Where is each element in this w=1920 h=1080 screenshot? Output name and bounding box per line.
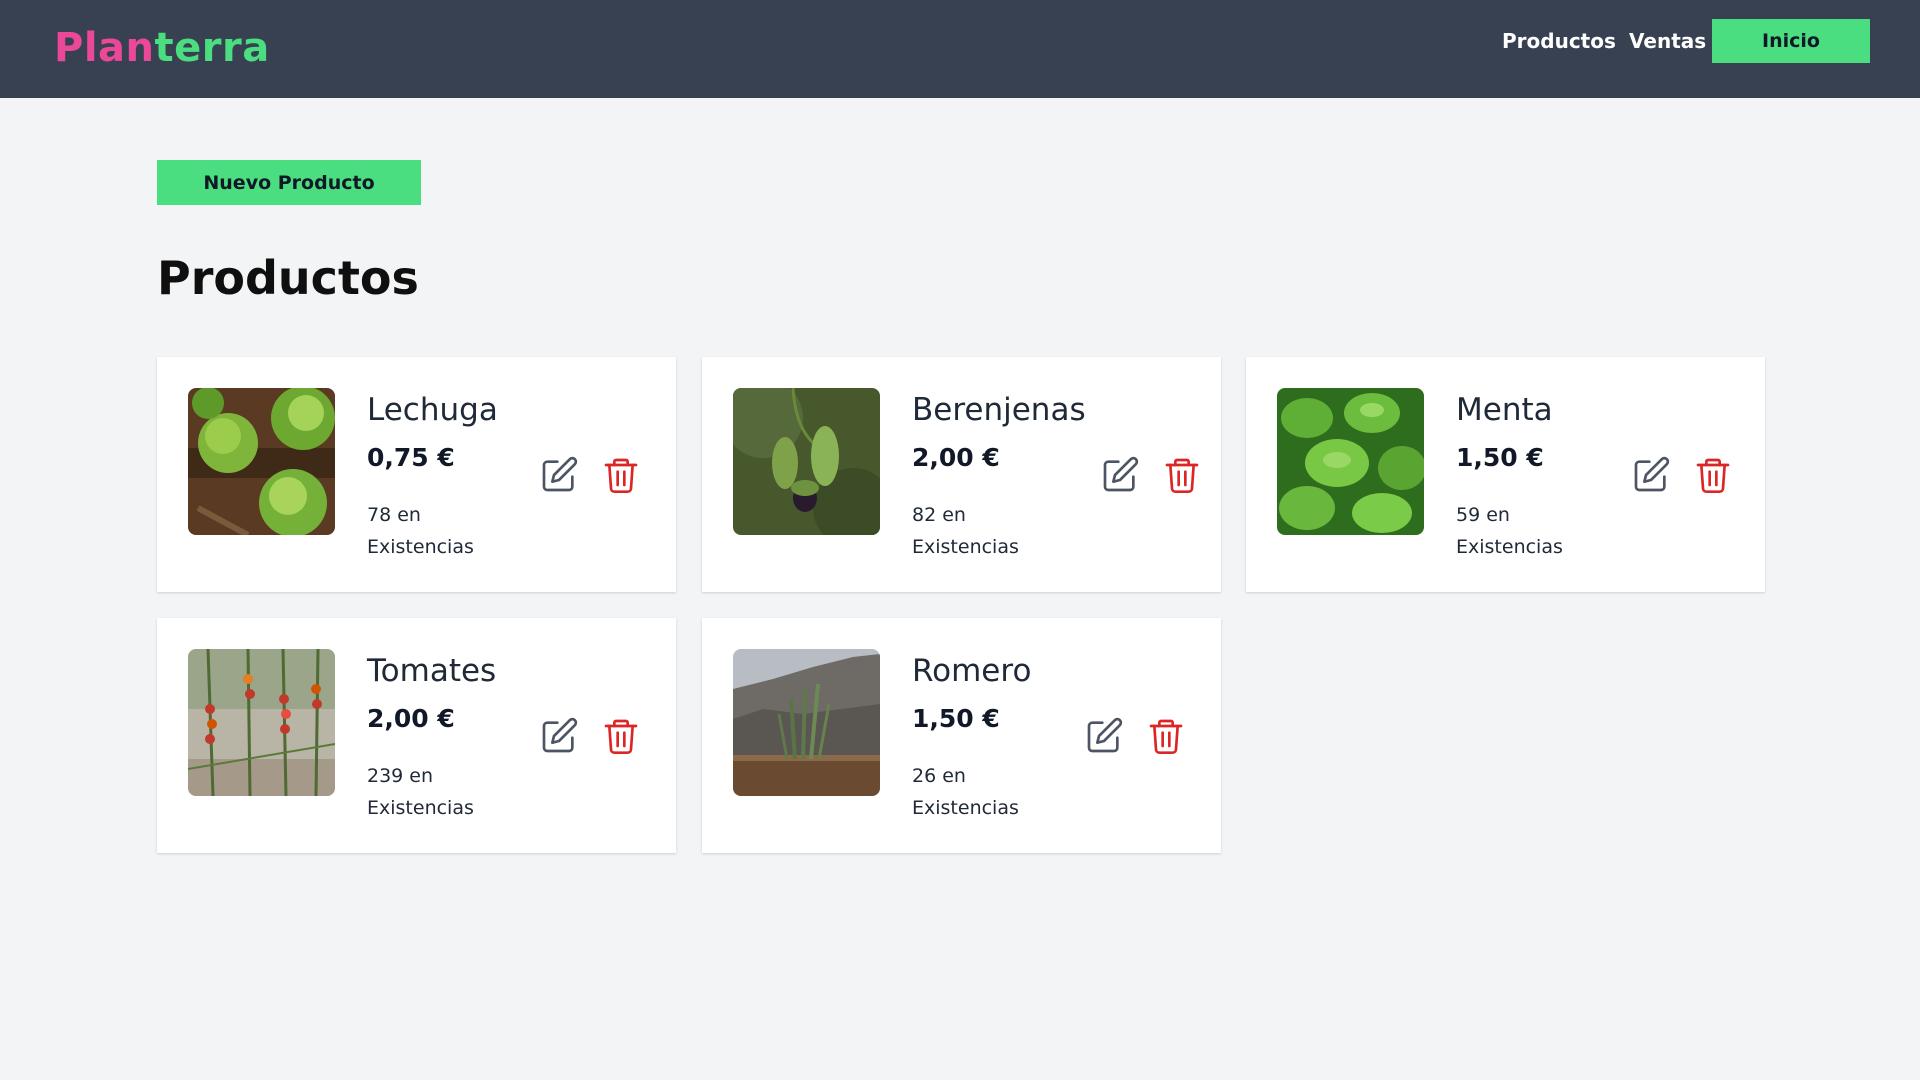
product-stock: 26 en Existencias (912, 760, 1062, 824)
product-card: Romero 1,50 € 26 en Existencias (702, 618, 1221, 853)
stock-label: Existencias (912, 797, 1019, 819)
top-navbar: Planterra Productos Ventas Inicio (0, 0, 1920, 98)
stock-count: 239 en (367, 765, 434, 787)
product-price: 2,00 € (912, 443, 1000, 472)
product-card: Menta 1,50 € 59 en Existencias (1246, 357, 1765, 592)
product-price: 1,50 € (912, 704, 1000, 733)
trash-icon[interactable] (1693, 455, 1733, 495)
nav-productos-link[interactable]: Productos (1502, 26, 1616, 56)
inicio-button[interactable]: Inicio (1712, 19, 1870, 63)
rosemary-photo (733, 649, 880, 796)
product-card: Tomates 2,00 € 239 en Existencias (157, 618, 676, 853)
stock-label: Existencias (367, 536, 474, 558)
product-stock: 78 en Existencias (367, 499, 517, 563)
trash-icon[interactable] (1146, 716, 1186, 756)
product-stock: 239 en Existencias (367, 760, 517, 824)
stock-label: Existencias (367, 797, 474, 819)
new-product-button[interactable]: Nuevo Producto (157, 160, 421, 205)
eggplant-photo (733, 388, 880, 535)
product-stock: 82 en Existencias (912, 499, 1062, 563)
stock-label: Existencias (1456, 536, 1563, 558)
edit-icon[interactable] (1100, 455, 1140, 495)
logo-part-terra: terra (154, 25, 270, 71)
product-price: 2,00 € (367, 704, 455, 733)
mint-photo (1277, 388, 1424, 535)
page-title: Productos (157, 251, 419, 305)
lettuce-photo (188, 388, 335, 535)
trash-icon[interactable] (1162, 455, 1202, 495)
product-name: Tomates (367, 653, 497, 689)
tomato-photo (188, 649, 335, 796)
edit-icon[interactable] (1084, 716, 1124, 756)
product-price: 0,75 € (367, 443, 455, 472)
product-price: 1,50 € (1456, 443, 1544, 472)
stock-count: 78 en (367, 504, 421, 526)
stock-count: 59 en (1456, 504, 1510, 526)
product-name: Romero (912, 653, 1032, 689)
product-name: Menta (1456, 392, 1553, 428)
nav-ventas-link[interactable]: Ventas (1629, 26, 1706, 56)
logo[interactable]: Planterra (54, 22, 270, 74)
stock-count: 82 en (912, 504, 966, 526)
stock-label: Existencias (912, 536, 1019, 558)
edit-icon[interactable] (539, 455, 579, 495)
product-card: Berenjenas 2,00 € 82 en Existencias (702, 357, 1221, 592)
edit-icon[interactable] (1631, 455, 1671, 495)
product-name: Berenjenas (912, 392, 1086, 428)
trash-icon[interactable] (601, 455, 641, 495)
edit-icon[interactable] (539, 716, 579, 756)
stock-count: 26 en (912, 765, 966, 787)
product-stock: 59 en Existencias (1456, 499, 1606, 563)
product-card: Lechuga 0,75 € 78 en Existencias (157, 357, 676, 592)
logo-part-plan: Plan (54, 25, 155, 71)
product-name: Lechuga (367, 392, 498, 428)
trash-icon[interactable] (601, 716, 641, 756)
